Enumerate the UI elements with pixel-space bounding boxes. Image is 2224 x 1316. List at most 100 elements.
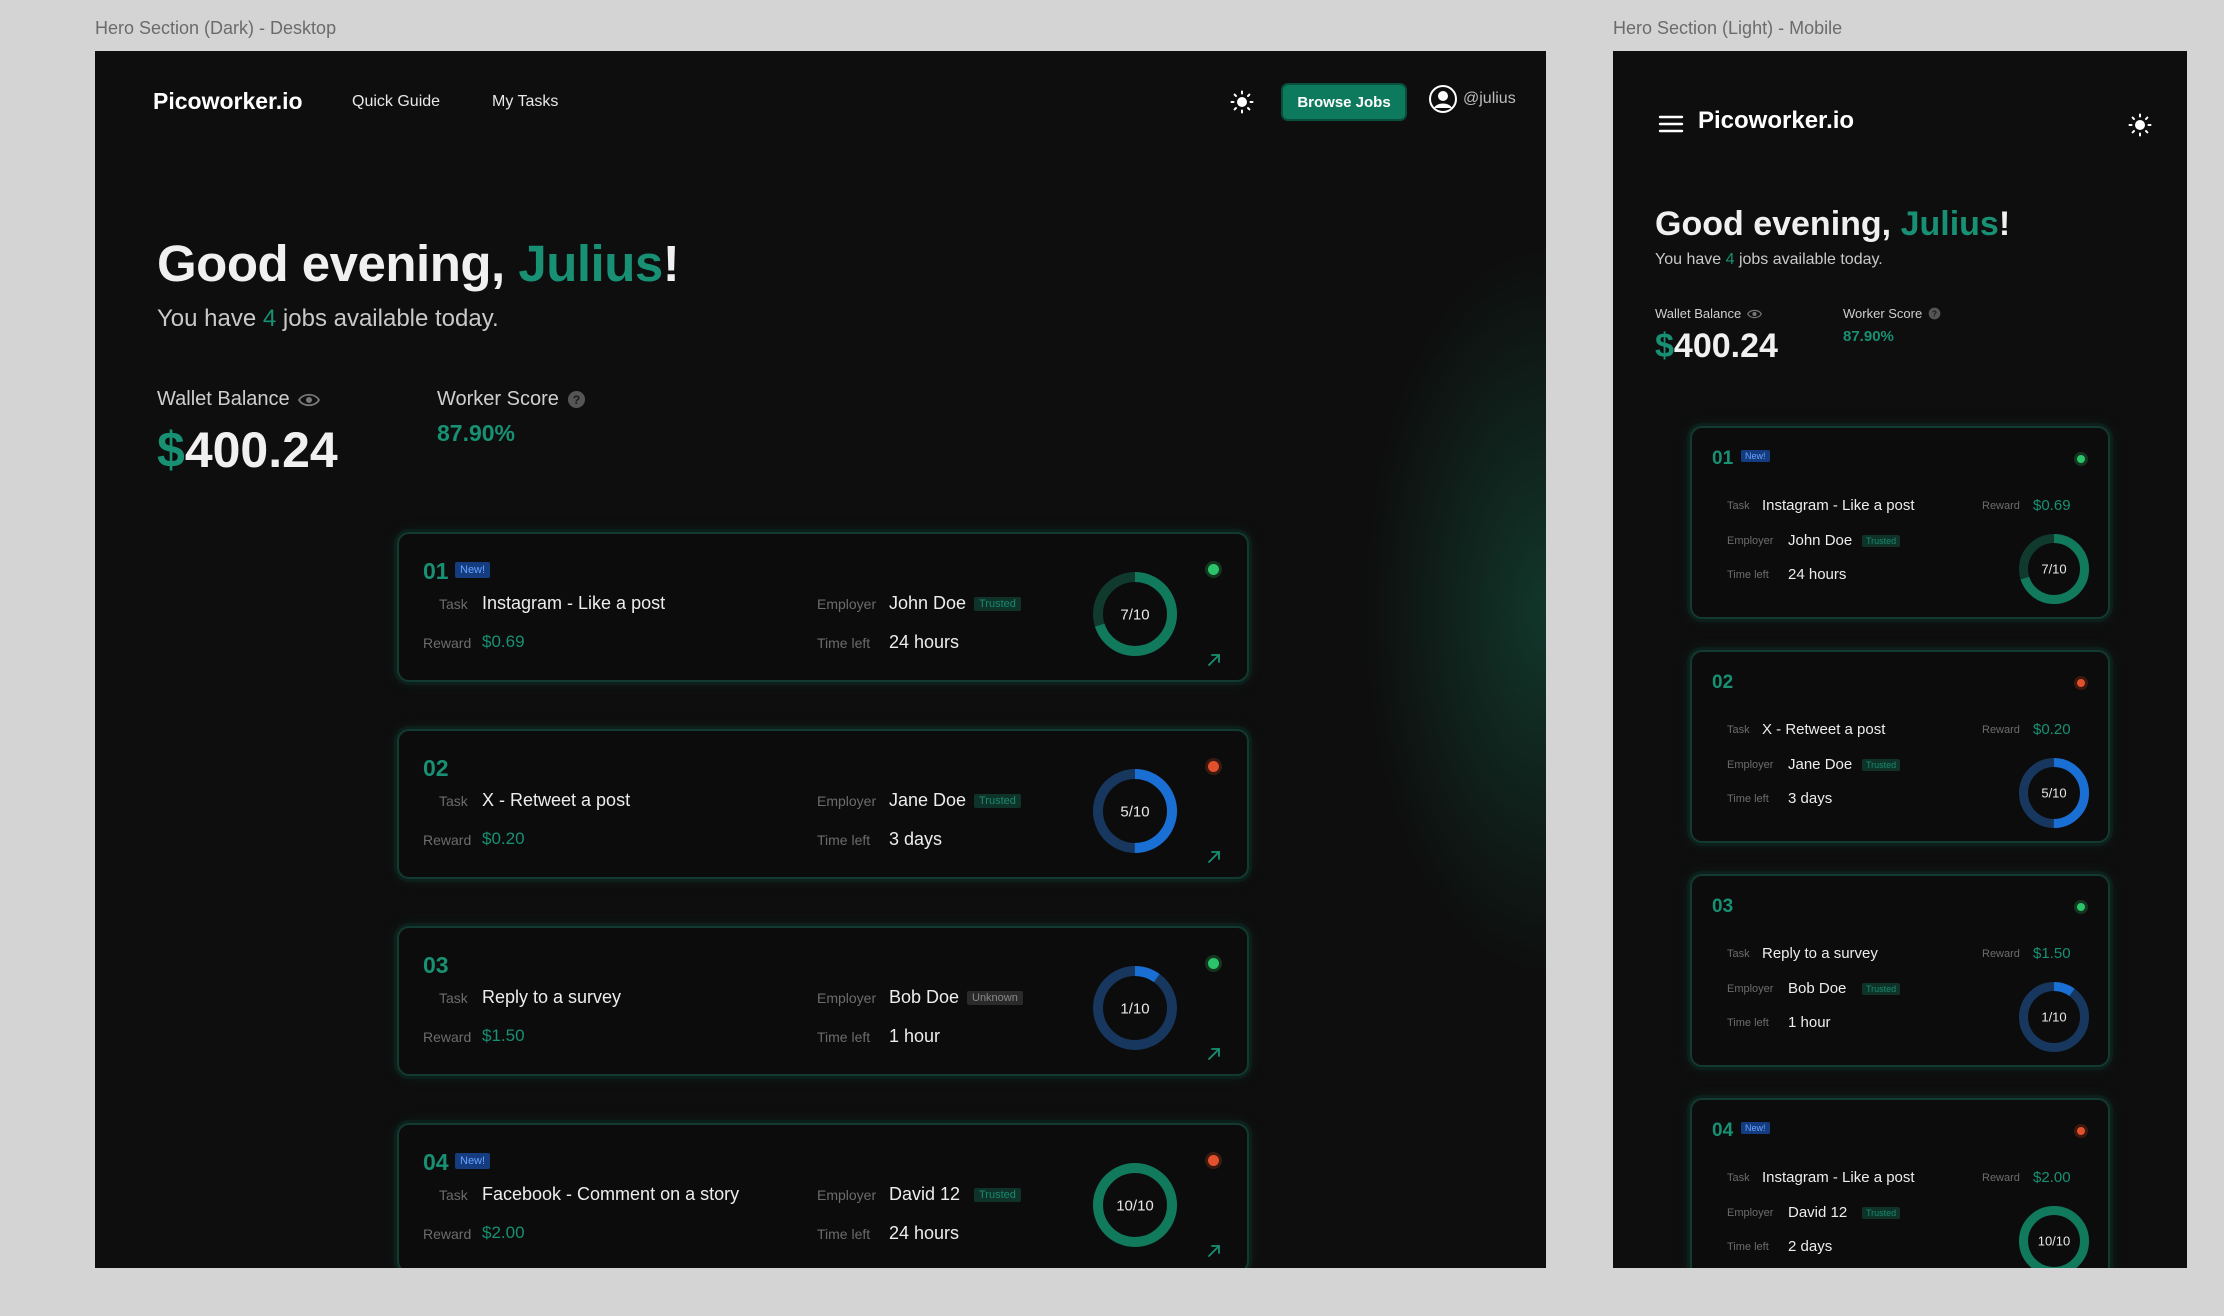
mobile-time-left-label: Time left	[1727, 1017, 1769, 1029]
wallet-balance: $400.24	[157, 421, 338, 479]
mobile-employer-label: Employer	[1727, 535, 1774, 547]
reward-label: Reward	[423, 1226, 472, 1242]
mobile-help-icon[interactable]: ?	[1928, 307, 1941, 320]
employer-name: David 12	[889, 1184, 961, 1204]
mobile-progress-ring-label: 7/10	[2041, 562, 2066, 577]
employer-label: Employer	[817, 1187, 877, 1203]
job-number: 03	[423, 952, 449, 978]
mobile-wallet-label-text: Wallet Balance	[1655, 306, 1742, 321]
reward-label: Reward	[423, 635, 472, 651]
mobile-jobs-subtitle: You have 4 jobs available today.	[1655, 251, 1883, 269]
mobile-job-card[interactable]: 02 Task X - Retweet a post Reward $0.20 Emplo…	[1690, 650, 2110, 843]
employer-label: Employer	[817, 793, 877, 809]
job-card[interactable]: 04 New! Task Facebook - Comment on a story R…	[397, 1123, 1249, 1268]
job-card[interactable]: 01 New! Task Instagram - Like a post Reward $…	[397, 532, 1249, 682]
mobile-jobs-count: 4	[1725, 251, 1735, 268]
employer-name: Bob Doe	[889, 987, 960, 1007]
mobile-employer-label: Employer	[1727, 1207, 1774, 1219]
mobile-wallet-currency: $	[1655, 327, 1674, 365]
mobile-task-name: X - Retweet a post	[1762, 721, 1886, 738]
subtitle-prefix: You have	[157, 305, 263, 332]
hamburger-menu-icon[interactable]	[1658, 114, 1684, 134]
employer-name: John Doe	[889, 593, 967, 613]
job-card[interactable]: 02 Task X - Retweet a post Reward $0.20 Emplo…	[397, 729, 1249, 879]
user-menu[interactable]: @julius	[1428, 84, 1516, 114]
mobile-task-name: Instagram - Like a post	[1762, 1169, 1915, 1186]
mobile-reward-value: $0.69	[2033, 497, 2071, 514]
wallet-currency: $	[157, 422, 185, 478]
browse-jobs-button[interactable]: Browse Jobs	[1281, 83, 1407, 121]
mobile-progress-ring: 7/10	[2019, 534, 2089, 604]
mobile-employer-tag: Trusted	[1862, 983, 1901, 995]
svg-text:?: ?	[573, 393, 581, 407]
score-label: Worker Score ?	[437, 388, 586, 411]
mobile-employer-tag: Trusted	[1862, 759, 1901, 771]
mobile-job-card[interactable]: 01 New! Task Instagram - Like a post Reward $…	[1690, 426, 2110, 619]
mobile-reward-label: Reward	[1982, 948, 2020, 960]
user-name: Julius	[518, 235, 663, 292]
mobile-task-label: Task	[1727, 500, 1750, 512]
status-dot	[1208, 958, 1219, 969]
help-icon[interactable]: ?	[567, 390, 586, 409]
mobile-time-left-value: 1 hour	[1788, 1014, 1831, 1031]
reward-value: $2.00	[482, 1223, 525, 1242]
time-left-value: 3 days	[889, 829, 943, 849]
mobile-greeting-text: Good evening,	[1655, 205, 1901, 243]
mobile-reward-value: $1.50	[2033, 945, 2071, 962]
task-name: Facebook - Comment on a story	[482, 1184, 740, 1204]
mobile-time-left-value: 3 days	[1788, 790, 1833, 807]
theme-toggle-sun-icon[interactable]	[1230, 90, 1254, 114]
logo[interactable]: Picoworker.io	[153, 88, 303, 115]
mobile-reward-label: Reward	[1982, 500, 2020, 512]
time-left-label: Time left	[817, 635, 871, 651]
open-arrow-icon[interactable]	[1207, 653, 1221, 667]
time-left-label: Time left	[817, 832, 871, 848]
jobs-subtitle: You have 4 jobs available today.	[157, 305, 499, 333]
mobile-task-name: Reply to a survey	[1762, 945, 1878, 962]
nav-my-tasks[interactable]: My Tasks	[492, 93, 558, 111]
task-label: Task	[439, 1187, 468, 1203]
job-number: 04	[423, 1149, 449, 1175]
mobile-time-left-label: Time left	[1727, 569, 1769, 581]
mobile-eye-icon[interactable]	[1747, 309, 1763, 319]
mobile-new-badge: New!	[1741, 1122, 1770, 1134]
mobile-logo[interactable]: Picoworker.io	[1698, 107, 1854, 135]
mobile-job-number: 02	[1712, 672, 1734, 693]
mobile-employer-tag: Trusted	[1862, 1207, 1901, 1219]
nav-quick-guide[interactable]: Quick Guide	[352, 93, 440, 111]
open-arrow-icon[interactable]	[1207, 1047, 1221, 1061]
task-label: Task	[439, 596, 468, 612]
mobile-status-dot	[2077, 903, 2085, 911]
mobile-progress-ring-label: 1/10	[2041, 1010, 2066, 1025]
employer-label: Employer	[817, 990, 877, 1006]
job-card[interactable]: 03 Task Reply to a survey Reward $1.50 Employ…	[397, 926, 1249, 1076]
mobile-reward-label: Reward	[1982, 724, 2020, 736]
mobile-theme-toggle-sun-icon[interactable]	[2128, 113, 2152, 137]
mobile-hero-section: Picoworker.io Good evening, Julius! You …	[1613, 51, 2187, 1268]
open-arrow-icon[interactable]	[1207, 850, 1221, 864]
progress-ring-label: 7/10	[1120, 606, 1149, 623]
username: @julius	[1463, 90, 1516, 107]
eye-icon[interactable]	[297, 393, 320, 407]
mobile-subtitle-prefix: You have	[1655, 251, 1726, 268]
mobile-progress-ring: 5/10	[2019, 758, 2089, 828]
mobile-employer-tag: Trusted	[1862, 535, 1901, 547]
top-nav: Picoworker.io Quick Guide My Tasks Brows…	[95, 51, 1546, 151]
worker-score: 87.90%	[437, 420, 516, 446]
mobile-time-left-value: 2 days	[1788, 1238, 1833, 1255]
mobile-reward-value: $2.00	[2033, 1169, 2071, 1186]
reward-label: Reward	[423, 1029, 472, 1045]
mobile-worker-score: 87.90%	[1843, 328, 1894, 345]
mobile-status-dot	[2077, 1127, 2085, 1135]
mobile-time-left-value: 24 hours	[1788, 566, 1847, 583]
new-badge: New!	[455, 562, 491, 578]
job-number: 02	[423, 755, 449, 781]
greeting-heading: Good evening, Julius!	[157, 234, 680, 293]
mobile-progress-ring-label: 10/10	[2038, 1234, 2071, 1249]
score-label-text: Worker Score	[437, 388, 559, 410]
mobile-job-card[interactable]: 04 New! Task Instagram - Like a post Reward $…	[1690, 1098, 2110, 1268]
progress-ring-label: 1/10	[1120, 1000, 1149, 1017]
open-arrow-icon[interactable]	[1207, 1244, 1221, 1258]
mobile-job-card[interactable]: 03 Task Reply to a survey Reward $1.50 Employ…	[1690, 874, 2110, 1067]
time-left-value: 24 hours	[889, 632, 960, 652]
